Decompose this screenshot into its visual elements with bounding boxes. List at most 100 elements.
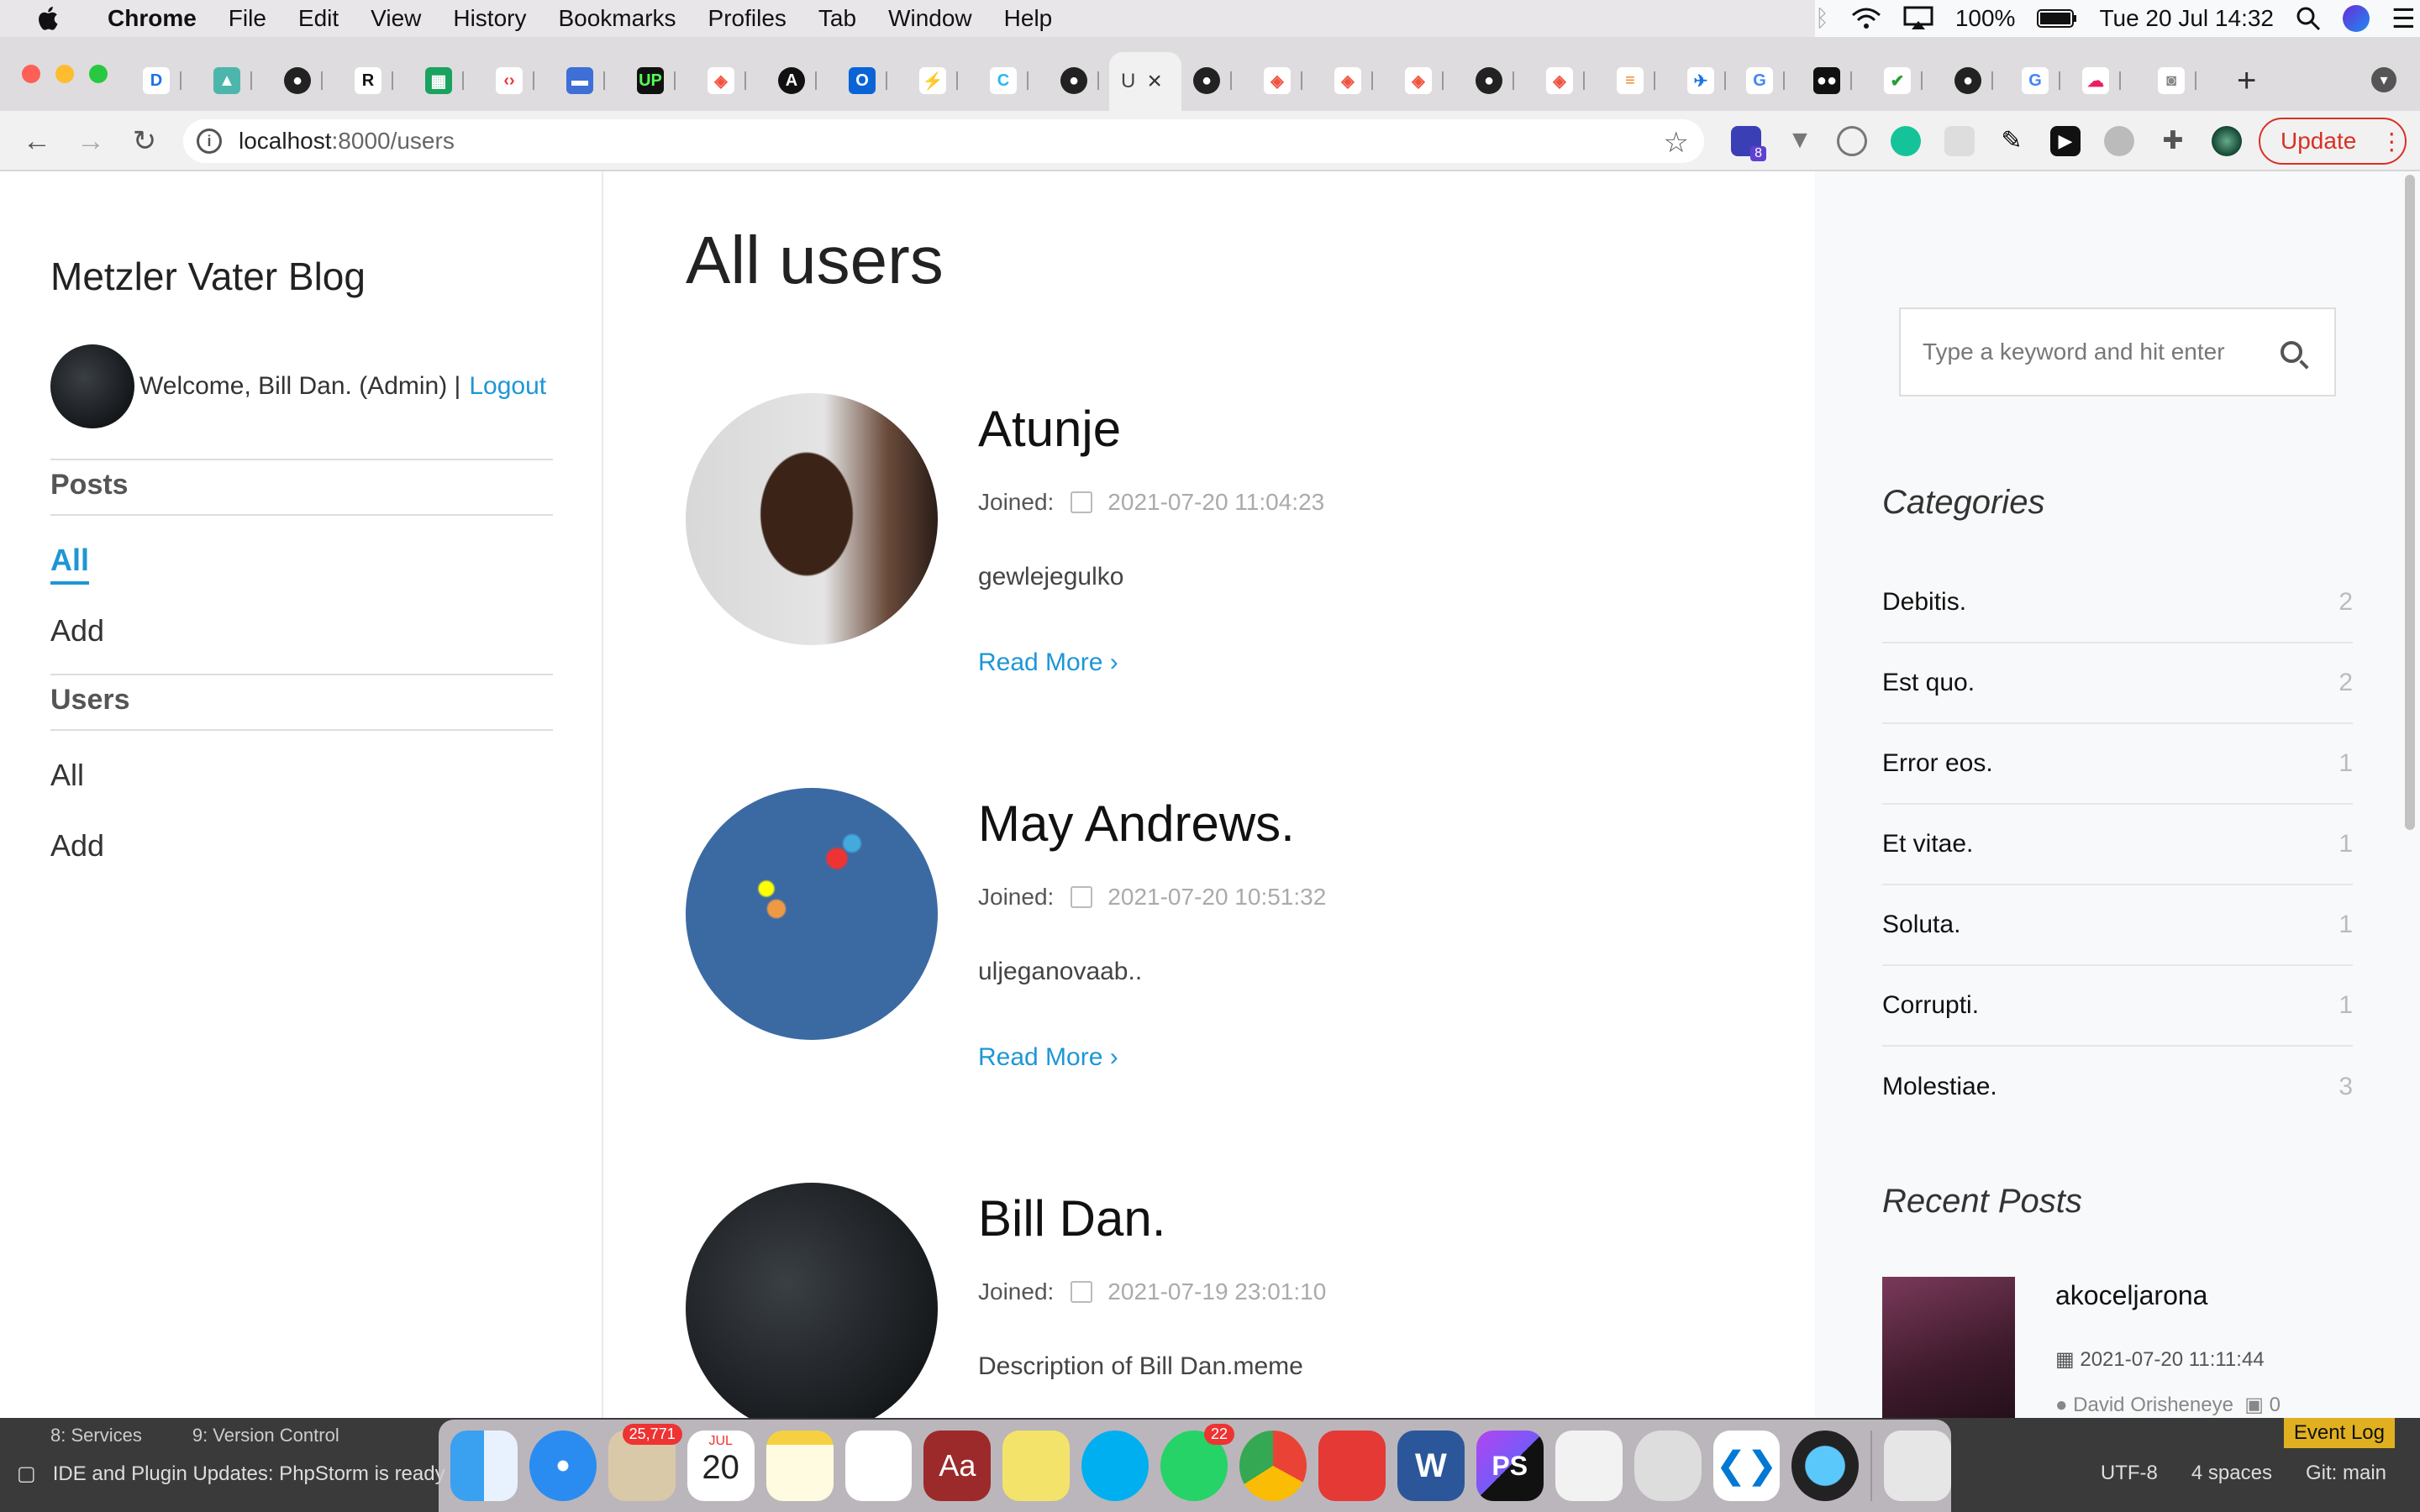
more-menu-icon[interactable]: ⋮ — [2380, 128, 2403, 155]
browser-tab[interactable]: ◈ — [1546, 59, 1585, 102]
sidebar-item-users-add[interactable]: Add — [50, 828, 104, 864]
notification-center-icon[interactable]: ☰ — [2391, 3, 2416, 34]
browser-tab[interactable]: ▬ — [566, 59, 605, 102]
browser-tab[interactable]: C — [990, 59, 1028, 102]
menu-profiles[interactable]: Profiles — [708, 5, 786, 32]
dictionary-icon[interactable]: Aa — [923, 1431, 992, 1501]
browser-tab[interactable]: O — [849, 59, 887, 102]
browser-tab[interactable]: UP — [637, 59, 676, 102]
address-url[interactable]: localhost:8000/users — [239, 128, 455, 155]
finder-icon[interactable] — [450, 1431, 518, 1501]
page-scrollbar[interactable] — [2405, 175, 2415, 830]
sequel-pro-icon[interactable] — [1634, 1431, 1702, 1501]
browser-tab[interactable]: ▦ — [425, 59, 464, 102]
address-bar[interactable]: i localhost:8000/users ☆ — [183, 119, 1704, 163]
browser-tab[interactable]: ● — [1954, 59, 1993, 102]
close-window-button[interactable] — [22, 65, 40, 83]
menu-view[interactable]: View — [371, 5, 421, 32]
recent-post-thumbnail[interactable] — [1882, 1277, 2015, 1418]
user-name[interactable]: Bill Dan. — [978, 1189, 1165, 1247]
recent-post[interactable]: akoceljarona ▦ 2021-07-20 11:11:44 ● Dav… — [1882, 1277, 2353, 1418]
skype-icon[interactable] — [1081, 1431, 1150, 1501]
services-tab[interactable]: 8: Services — [50, 1425, 142, 1446]
safari-icon[interactable] — [529, 1431, 597, 1501]
stickies-icon[interactable] — [1002, 1431, 1071, 1501]
read-more-link[interactable]: Read More › — [978, 648, 1118, 677]
siri-icon[interactable] — [2343, 5, 2370, 32]
sidebar-item-posts-all[interactable]: All — [50, 543, 90, 585]
search-input[interactable] — [1923, 339, 2259, 365]
phpstorm-icon[interactable]: PS — [1476, 1431, 1544, 1501]
browser-tab[interactable]: D — [143, 59, 182, 102]
category-item[interactable]: Est quo. 2 — [1882, 643, 2353, 724]
spotlight-search-icon[interactable] — [2296, 6, 2321, 31]
user-photo[interactable] — [686, 1183, 938, 1418]
browser-tab[interactable]: G — [1746, 59, 1785, 102]
browser-tab[interactable]: ◈ — [1334, 59, 1373, 102]
browser-tab[interactable]: ●● — [1813, 59, 1852, 102]
category-item[interactable]: Molestiae. 3 — [1882, 1047, 2353, 1127]
browser-tab[interactable]: ◙ — [2158, 59, 2196, 102]
browser-tab[interactable]: ✔ — [1884, 59, 1923, 102]
browser-tab[interactable]: ● — [1476, 59, 1514, 102]
recent-post-title[interactable]: akoceljarona — [2055, 1280, 2207, 1311]
category-item[interactable]: Et vitae. 1 — [1882, 805, 2353, 885]
ide-indent[interactable]: 4 spaces — [2191, 1462, 2272, 1485]
back-arrow-icon[interactable]: ← — [22, 126, 52, 156]
bookmark-star-icon[interactable]: ☆ — [1664, 126, 1689, 160]
wifi-icon[interactable] — [1851, 7, 1881, 30]
new-tab-button[interactable]: + — [2237, 62, 2256, 100]
apple-icon[interactable] — [34, 3, 64, 34]
menu-edit[interactable]: Edit — [298, 5, 339, 32]
qr-extension-icon[interactable] — [1944, 126, 1975, 156]
reminders-icon[interactable] — [844, 1431, 913, 1501]
grammarly-icon[interactable] — [1891, 126, 1921, 156]
menu-bookmarks[interactable]: Bookmarks — [558, 5, 676, 32]
category-item[interactable]: Soluta. 1 — [1882, 885, 2353, 966]
forward-arrow-icon[interactable]: → — [76, 126, 106, 156]
site-info-icon[interactable]: i — [197, 129, 222, 154]
category-item[interactable]: Debitis. 2 — [1882, 563, 2353, 643]
browser-tab[interactable]: ‹› — [496, 59, 534, 102]
menu-file[interactable]: File — [229, 5, 266, 32]
menu-history[interactable]: History — [453, 5, 526, 32]
profile-avatar-icon[interactable] — [2212, 126, 2242, 156]
vue-devtools-icon[interactable]: ▼ — [1785, 126, 1815, 156]
category-item[interactable]: Error eos. 1 — [1882, 724, 2353, 805]
browser-tab[interactable]: ◈ — [1264, 59, 1302, 102]
notes-icon[interactable] — [765, 1431, 834, 1501]
mail-icon[interactable]: 25,771 — [608, 1424, 682, 1501]
user-name[interactable]: May Andrews. — [978, 795, 1295, 853]
battery-icon[interactable] — [2037, 8, 2077, 29]
browser-tab[interactable]: A — [778, 59, 817, 102]
reload-icon[interactable]: ↻ — [129, 126, 160, 156]
pdf-reader-icon[interactable] — [1318, 1431, 1386, 1501]
textedit-icon[interactable] — [1555, 1431, 1623, 1501]
browser-tab[interactable]: G — [2022, 59, 2060, 102]
search-icon[interactable] — [2281, 341, 2302, 363]
minimize-window-button[interactable] — [55, 65, 74, 83]
menu-window[interactable]: Window — [888, 5, 972, 32]
read-more-link[interactable]: Read More › — [978, 1043, 1118, 1072]
menu-tab[interactable]: Tab — [818, 5, 856, 32]
user-photo[interactable] — [686, 788, 938, 1040]
extension-stack-icon[interactable]: 8 — [1731, 126, 1766, 161]
browser-tab[interactable]: ≡ — [1617, 59, 1655, 102]
zoom-window-button[interactable] — [89, 65, 108, 83]
category-item[interactable]: Corrupti. 1 — [1882, 966, 2353, 1047]
sidebar-item-posts-add[interactable]: Add — [50, 613, 104, 648]
close-tab-icon[interactable]: × — [1147, 67, 1162, 96]
tab-search-icon[interactable]: ▾ — [2371, 67, 2396, 92]
chrome-icon[interactable] — [1239, 1431, 1307, 1501]
menu-help[interactable]: Help — [1004, 5, 1053, 32]
quicktime-icon[interactable] — [1791, 1431, 1860, 1501]
browser-tab[interactable]: ✈ — [1687, 59, 1726, 102]
user-photo[interactable] — [686, 393, 938, 645]
whatsapp-icon[interactable]: 22 — [1160, 1424, 1235, 1501]
browser-tab[interactable]: ● — [284, 59, 323, 102]
event-log-button[interactable]: Event Log — [2283, 1418, 2395, 1448]
word-icon[interactable]: W — [1397, 1431, 1465, 1501]
extensions-puzzle-icon[interactable]: ✚ — [2158, 126, 2188, 156]
bluetooth-icon[interactable]: ᛒ — [1815, 5, 1829, 32]
user-name[interactable]: Atunje — [978, 400, 1121, 458]
